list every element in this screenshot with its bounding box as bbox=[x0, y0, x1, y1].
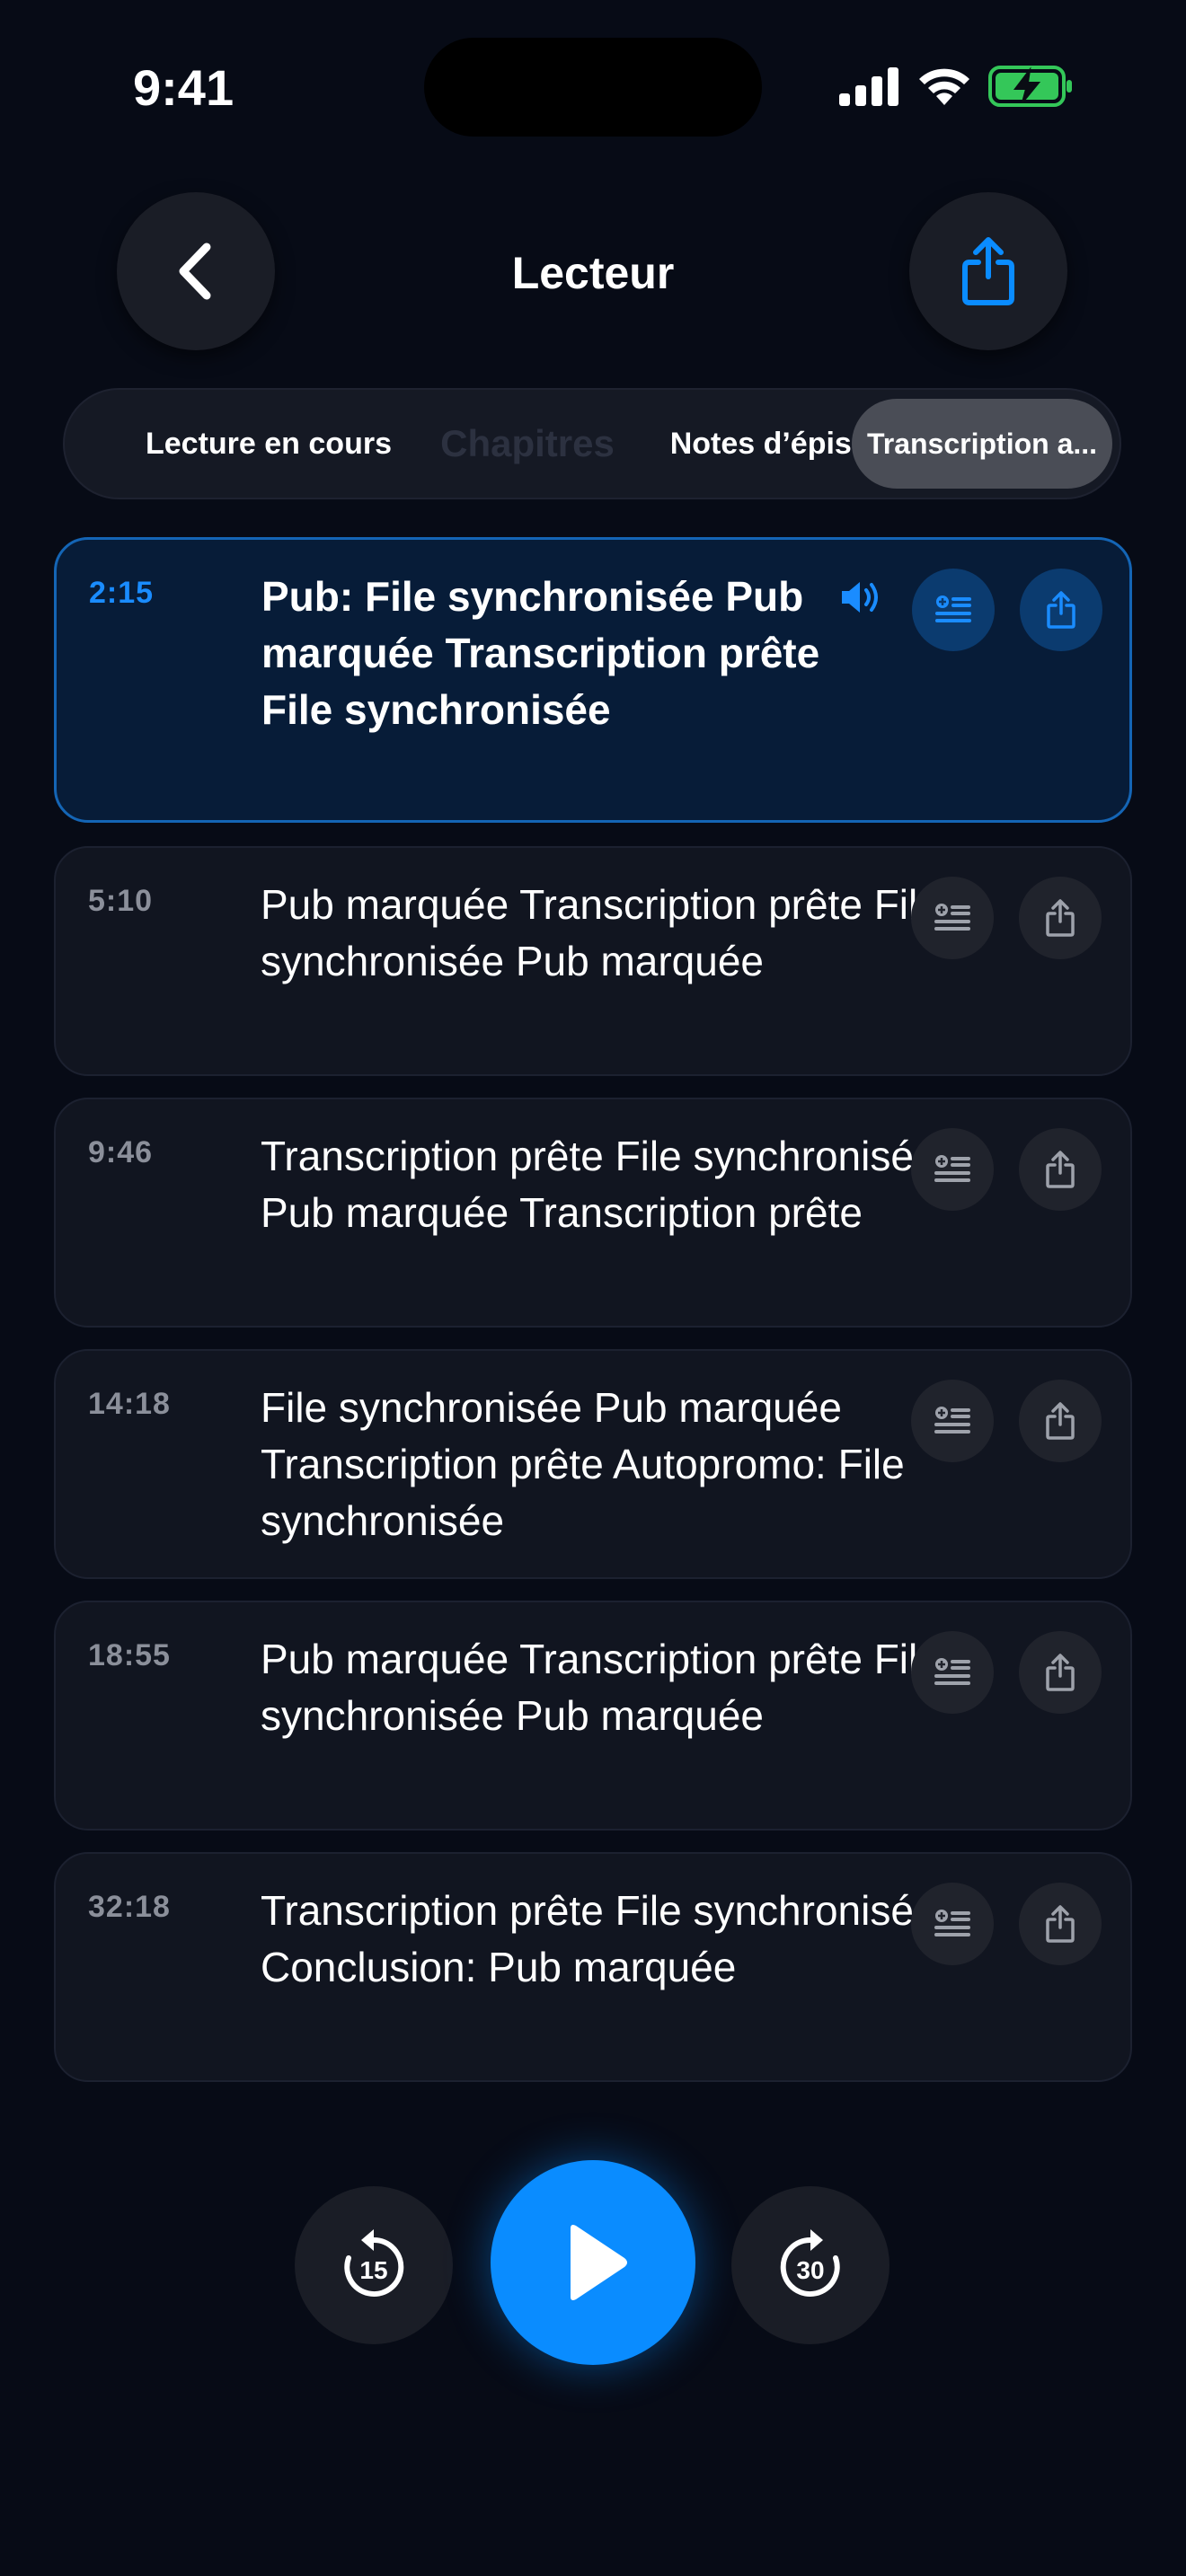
wifi-icon bbox=[919, 68, 969, 105]
add-note-icon bbox=[934, 1155, 970, 1182]
transcript-row[interactable]: 32:18 Transcription prête File synchroni… bbox=[54, 1852, 1132, 2082]
add-note-icon bbox=[934, 904, 970, 931]
add-to-notes-button[interactable] bbox=[911, 1631, 994, 1714]
transcript-row[interactable]: 14:18 File synchronisée Pub marquée Tran… bbox=[54, 1349, 1132, 1579]
share-icon bbox=[1046, 1905, 1075, 1943]
speaker-playing-icon bbox=[842, 582, 878, 613]
status-icons bbox=[837, 63, 1075, 110]
cellular-signal-icon bbox=[839, 67, 898, 106]
play-icon bbox=[571, 2225, 627, 2300]
status-time: 9:41 bbox=[133, 58, 235, 116]
share-segment-button[interactable] bbox=[1020, 569, 1102, 651]
transcript-row[interactable]: 2:15 Pub: File synchronisée Pub marquée … bbox=[54, 537, 1132, 823]
share-segment-button[interactable] bbox=[1019, 1380, 1102, 1462]
skip-forward-button[interactable]: 30 bbox=[731, 2186, 890, 2344]
share-segment-button[interactable] bbox=[1019, 1631, 1102, 1714]
transcript-row[interactable]: 18:55 Pub marquée Transcription prête Fi… bbox=[54, 1601, 1132, 1831]
skip-forward-30-icon: 30 bbox=[780, 2229, 840, 2297]
share-icon bbox=[1046, 899, 1075, 937]
transcript-timestamp[interactable]: 14:18 bbox=[88, 1387, 171, 1422]
skip-back-15-icon: 15 bbox=[344, 2229, 404, 2297]
tab-transcription[interactable]: Transcription a... bbox=[852, 399, 1112, 489]
add-to-notes-button[interactable] bbox=[911, 1128, 994, 1211]
add-note-icon bbox=[934, 1407, 970, 1434]
skip-back-label: 15 bbox=[359, 2256, 387, 2284]
transcript-text: Transcription prête File synchronisée Co… bbox=[261, 1887, 937, 1990]
add-note-icon bbox=[934, 1910, 970, 1936]
share-segment-button[interactable] bbox=[1019, 1128, 1102, 1211]
transcript-timestamp[interactable]: 2:15 bbox=[89, 576, 154, 611]
chevron-left-icon bbox=[179, 243, 211, 300]
add-to-notes-button[interactable] bbox=[911, 1883, 994, 1965]
add-note-icon bbox=[934, 1658, 970, 1685]
transcript-text: File synchronisée Pub marquée Transcript… bbox=[261, 1384, 905, 1544]
tab-chapters[interactable]: Chapitres bbox=[424, 399, 631, 489]
play-button[interactable] bbox=[491, 2160, 695, 2365]
add-to-notes-button[interactable] bbox=[911, 877, 994, 959]
segmented-tabs: Lecture en cours Chapitres Notes d’épiso… bbox=[63, 388, 1121, 499]
share-icon bbox=[1046, 1151, 1075, 1188]
add-to-notes-button[interactable] bbox=[911, 1380, 994, 1462]
add-to-notes-button[interactable] bbox=[912, 569, 995, 651]
share-button[interactable] bbox=[909, 192, 1067, 350]
transcript-timestamp[interactable]: 18:55 bbox=[88, 1638, 171, 1673]
dynamic-island bbox=[424, 38, 762, 137]
transcript-text: Pub marquée Transcription prête File syn… bbox=[261, 881, 941, 984]
transcript-text: Pub marquée Transcription prête File syn… bbox=[261, 1636, 941, 1739]
share-icon bbox=[1047, 591, 1075, 629]
transcript-text: Pub: File synchronisée Pub marquée Trans… bbox=[261, 573, 820, 733]
transcript-row[interactable]: 9:46 Transcription prête File synchronis… bbox=[54, 1098, 1132, 1328]
share-segment-button[interactable] bbox=[1019, 1883, 1102, 1965]
transcript-timestamp[interactable]: 9:46 bbox=[88, 1135, 153, 1170]
add-note-icon bbox=[935, 595, 971, 622]
transcript-timestamp[interactable]: 32:18 bbox=[88, 1890, 171, 1925]
tab-now-playing[interactable]: Lecture en cours bbox=[75, 399, 462, 489]
transcript-text: Transcription prête File synchronisée Pu… bbox=[261, 1133, 937, 1236]
transcript-row[interactable]: 5:10 Pub marquée Transcription prête Fil… bbox=[54, 846, 1132, 1076]
skip-forward-label: 30 bbox=[796, 2256, 824, 2284]
page-title: Lecteur bbox=[511, 248, 675, 298]
share-icon bbox=[1046, 1654, 1075, 1691]
skip-back-button[interactable]: 15 bbox=[295, 2186, 453, 2344]
share-icon bbox=[962, 237, 1014, 305]
back-button[interactable] bbox=[117, 192, 275, 350]
share-icon bbox=[1046, 1402, 1075, 1440]
transcript-timestamp[interactable]: 5:10 bbox=[88, 884, 153, 919]
battery-charging-icon bbox=[988, 66, 1072, 107]
share-segment-button[interactable] bbox=[1019, 877, 1102, 959]
